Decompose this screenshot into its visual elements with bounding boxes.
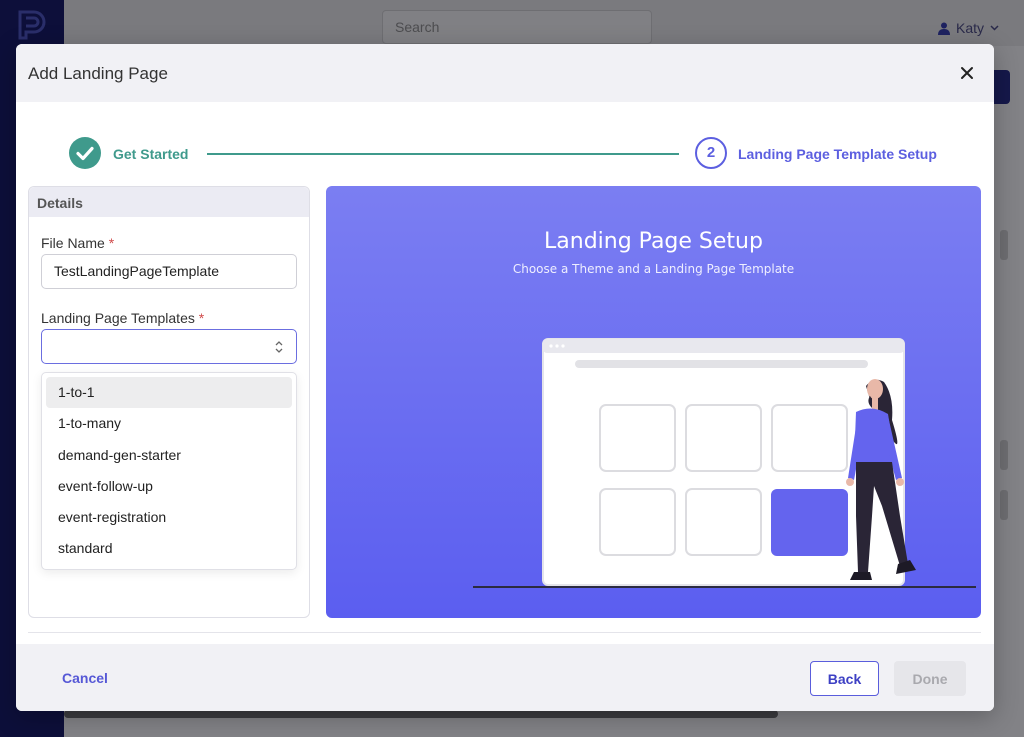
user-name: Katy (956, 20, 985, 36)
done-button[interactable]: Done (894, 661, 966, 696)
modal-footer: Cancel Back Done (16, 644, 994, 711)
add-landing-page-modal: Add Landing Page Get Started 2 Landing P… (16, 44, 994, 711)
app-search-input[interactable]: Search (382, 10, 652, 44)
vertical-scroll-thumb[interactable] (1000, 440, 1008, 470)
checkmark-icon (76, 146, 94, 161)
details-header: Details (29, 187, 309, 217)
app-logo-icon (18, 10, 46, 40)
chevron-down-icon (990, 25, 999, 31)
step-connector (207, 153, 679, 155)
dropdown-option[interactable]: 1-to-1 (46, 377, 292, 409)
setup-illustration-panel: Landing Page Setup Choose a Theme and a … (326, 186, 981, 618)
step-completed-indicator (69, 137, 101, 169)
dropdown-option[interactable]: 1-to-many (46, 408, 292, 439)
close-icon[interactable] (956, 62, 978, 84)
file-name-label: File Name * (41, 235, 114, 251)
horizontal-scrollbar[interactable] (64, 710, 778, 718)
required-marker: * (108, 235, 115, 251)
modal-divider (28, 632, 981, 633)
file-name-input[interactable]: TestLandingPageTemplate (41, 254, 297, 289)
dropdown-option[interactable]: event-follow-up (46, 471, 292, 502)
dropdown-option[interactable]: event-registration (46, 502, 292, 533)
dropdown-option[interactable]: standard (46, 533, 292, 564)
modal-header: Add Landing Page (16, 44, 994, 102)
details-panel: Details File Name * TestLandingPageTempl… (28, 186, 310, 618)
select-arrows-icon (275, 341, 283, 353)
cancel-button[interactable]: Cancel (62, 670, 108, 686)
required-marker: * (198, 310, 205, 326)
templates-label: Landing Page Templates * (41, 310, 204, 326)
step-label-template-setup: Landing Page Template Setup (738, 146, 937, 162)
step-label-get-started: Get Started (113, 146, 189, 162)
templates-label-text: Landing Page Templates (41, 310, 195, 326)
back-button[interactable]: Back (810, 661, 879, 696)
modal-title: Add Landing Page (28, 64, 168, 83)
user-icon (938, 22, 950, 35)
vertical-scroll-thumb[interactable] (1000, 490, 1008, 520)
step-active-indicator: 2 (695, 137, 727, 169)
landing-page-illustration (473, 338, 976, 588)
vertical-scroll-thumb[interactable] (1000, 230, 1008, 260)
templates-dropdown-list: 1-to-1 1-to-many demand-gen-starter even… (41, 372, 297, 570)
file-name-label-text: File Name (41, 235, 105, 251)
dropdown-option[interactable]: demand-gen-starter (46, 440, 292, 471)
templates-select[interactable] (41, 329, 297, 364)
user-menu[interactable]: Katy (938, 20, 999, 36)
